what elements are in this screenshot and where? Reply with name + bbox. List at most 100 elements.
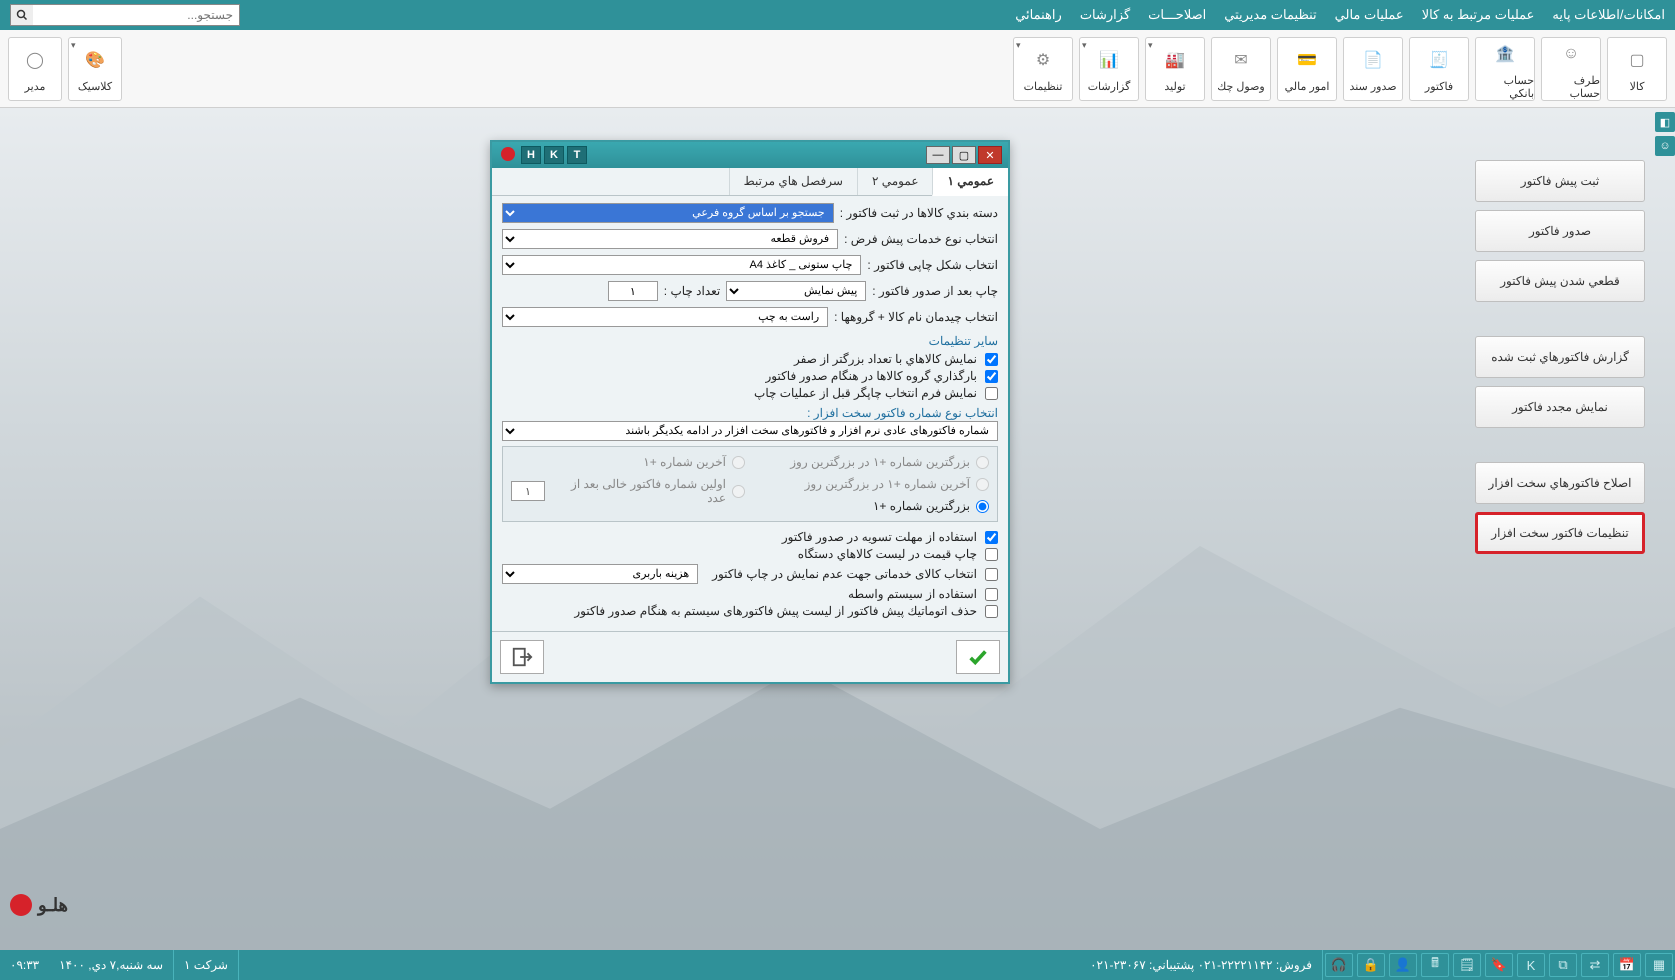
status-icon-share[interactable]: ⇄ — [1581, 953, 1609, 977]
after-print-select[interactable]: پیش نمایش — [726, 281, 866, 301]
close-button[interactable]: ✕ — [978, 146, 1002, 164]
minimize-button[interactable]: — — [926, 146, 950, 164]
radio-last-biggest-day — [976, 478, 989, 491]
dialog-titlebar[interactable]: H K T — ▢ ✕ — [492, 142, 1008, 168]
status-icon-user[interactable]: 👤 — [1389, 953, 1417, 977]
admin-icon: ◯ — [19, 44, 51, 76]
palette-icon: 🎨 — [79, 44, 111, 76]
chk-service-noprint-label: انتخاب کالای خدماتی جهت عدم نمایش در چاپ… — [712, 567, 977, 581]
chk-service-noprint[interactable] — [985, 568, 998, 581]
btn-reshow-invoice[interactable]: نمايش مجدد فاكتور — [1475, 386, 1645, 428]
status-sales: فروش: ۰۲۱-۲۲۲۲۱۱۴۲ پشتیباني: ۰۲۱-۲۳۰۶۷ — [1080, 950, 1323, 980]
chk-gt-zero-label: نمايش كالاهاي با تعداد بزرگتر از صفر — [794, 352, 977, 366]
chk-load-group[interactable] — [985, 370, 998, 383]
search-box[interactable] — [10, 4, 240, 26]
menu-item-4[interactable]: اصلاحـــات — [1148, 7, 1206, 23]
print-shape-label: انتخاب شکل چاپی فاکتور : — [867, 258, 998, 272]
status-icon-grid[interactable]: ▦ — [1645, 953, 1673, 977]
btn-finalize-preinvoice[interactable]: قطعي شدن پيش فاكتور — [1475, 260, 1645, 302]
tab-related-headings[interactable]: سرفصل هاي مرتبط — [729, 168, 857, 195]
cheque-icon: ✉ — [1225, 44, 1257, 76]
chevron-down-icon: ▾ — [71, 40, 76, 51]
tab-general-1[interactable]: عمومي ۱ — [932, 168, 1008, 196]
chk-show-form[interactable] — [985, 387, 998, 400]
chk-autodelete-label: حذف اتوماتيك پيش فاكتور از ليست پيش فاكت… — [574, 604, 977, 618]
factory-icon: 🏭 — [1159, 44, 1191, 76]
btn-invoice-report[interactable]: گزارش فاکتورهاي ثبت شده — [1475, 336, 1645, 378]
radio-label: آخرین شماره +۱ — [643, 455, 726, 469]
workspace-canvas: ◧ ☺ ثبت پیش فاکتور صدور فاکتور قطعي شدن … — [0, 108, 1675, 950]
confirm-button[interactable] — [956, 640, 1000, 674]
tool-label: امور مالي — [1285, 80, 1330, 93]
status-icon-calc[interactable]: 🖩 — [1421, 953, 1449, 977]
status-icon-headset[interactable]: 🎧 — [1325, 953, 1353, 977]
tool-invoice[interactable]: 🧾فاکتور — [1409, 37, 1469, 101]
menu-item-2[interactable]: عملیات مالي — [1335, 7, 1404, 23]
classify-select[interactable]: جستجو بر اساس گروه فرعي — [502, 203, 834, 223]
service-type-select[interactable]: فروش قطعه — [502, 229, 838, 249]
maximize-button[interactable]: ▢ — [952, 146, 976, 164]
search-button[interactable] — [11, 5, 33, 25]
bank-icon: 🏦 — [1489, 38, 1521, 70]
tool-reports[interactable]: ▾📊گزارشات — [1079, 37, 1139, 101]
chk-autodelete[interactable] — [985, 605, 998, 618]
chk-mediator[interactable] — [985, 588, 998, 601]
tool-goods[interactable]: ▢کالا — [1607, 37, 1667, 101]
tool-admin[interactable]: ◯مدیر — [8, 37, 62, 101]
hw-number-select[interactable]: شماره فاکتورهای عادی نرم افزار و فاکتوره… — [502, 421, 998, 441]
strip-icon-1[interactable]: ◧ — [1655, 112, 1675, 132]
dialog-footer — [492, 631, 1008, 682]
status-icon-lock[interactable]: 🔒 — [1357, 953, 1385, 977]
tool-issue-doc[interactable]: 📄صدور سند — [1343, 37, 1403, 101]
btn-save-preinvoice[interactable]: ثبت پیش فاکتور — [1475, 160, 1645, 202]
invoice-icon: 🧾 — [1423, 44, 1455, 76]
side-panel-buttons: ثبت پیش فاکتور صدور فاکتور قطعي شدن پيش … — [1475, 160, 1645, 554]
service-type-label: انتخاب نوع خدمات پیش فرض : — [844, 232, 998, 246]
print-shape-select[interactable]: چاپ ستونی _ کاغذ A4 — [502, 255, 861, 275]
tool-bank-account[interactable]: 🏦حساب بانکي — [1475, 37, 1535, 101]
chk-price-list[interactable] — [985, 548, 998, 561]
service-noprint-select[interactable]: هزینه باربری — [502, 564, 698, 584]
menu-item-5[interactable]: گزارشات — [1080, 7, 1130, 23]
tool-label: تولید — [1164, 80, 1185, 93]
btn-hw-invoice-settings[interactable]: تنظیمات فاکتور سخت افزار — [1475, 512, 1645, 554]
menu-item-1[interactable]: عملیات مرتبط به کالا — [1422, 7, 1535, 23]
status-icon-note[interactable]: 🗒 — [1453, 953, 1481, 977]
btn-issue-invoice[interactable]: صدور فاکتور — [1475, 210, 1645, 252]
tool-label: طرف حساب — [1542, 74, 1600, 100]
chk-load-group-label: بارگذاري گروه كالاها در هنگام صدور فاكتو… — [765, 369, 977, 383]
radio-biggest-plus1[interactable] — [976, 500, 989, 513]
tool-label: صدور سند — [1349, 80, 1396, 93]
tool-account-party[interactable]: ☺طرف حساب — [1541, 37, 1601, 101]
status-icon-chart[interactable]: ⧉ — [1549, 953, 1577, 977]
support-label: پشتیباني: — [1149, 958, 1194, 972]
copies-input[interactable] — [608, 281, 658, 301]
menu-item-0[interactable]: امکانات/اطلاعات پایه — [1552, 7, 1665, 23]
alignment-select[interactable]: راست به چپ — [502, 307, 828, 327]
alignment-label: انتخاب چیدمان نام کالا + گروهها : — [834, 310, 998, 324]
btn-fix-hw-invoices[interactable]: اصلاح فاکتورهاي سخت افزار — [1475, 462, 1645, 504]
classify-label: دسته بندي کالاها در ثبت فاکتور : — [840, 206, 998, 220]
sales-label: فروش: — [1276, 958, 1312, 972]
search-input[interactable] — [33, 8, 239, 22]
tab-general-2[interactable]: عمومي ۲ — [857, 168, 933, 195]
tool-theme-classic[interactable]: ▾🎨کلاسیک — [68, 37, 122, 101]
menu-item-6[interactable]: راهنمائي — [1015, 7, 1062, 23]
first-empty-input — [511, 481, 545, 501]
exit-button[interactable] — [500, 640, 544, 674]
tool-production[interactable]: ▾🏭تولید — [1145, 37, 1205, 101]
menu-item-3[interactable]: تنظیمات مدیریتي — [1224, 7, 1316, 23]
tool-financial[interactable]: 💳 امور مالي — [1277, 37, 1337, 101]
status-icon-k[interactable]: K — [1517, 953, 1545, 977]
tool-settings[interactable]: ▾⚙تنظیمات — [1013, 37, 1073, 101]
status-icon-calendar[interactable]: 📅 — [1613, 953, 1641, 977]
chk-gt-zero[interactable] — [985, 353, 998, 366]
money-icon: 💳 — [1291, 44, 1323, 76]
dialog-tabbar: عمومي ۱ عمومي ۲ سرفصل هاي مرتبط — [492, 168, 1008, 196]
radio-label: اولین شماره فاکتور خالی بعد از عدد — [551, 477, 726, 505]
chk-deadline[interactable] — [985, 531, 998, 544]
status-icon-clip[interactable]: 🔖 — [1485, 953, 1513, 977]
dialog-body: دسته بندي کالاها در ثبت فاکتور : جستجو ب… — [492, 196, 1008, 631]
strip-icon-2[interactable]: ☺ — [1655, 136, 1675, 156]
tool-cheque[interactable]: ✉وصول چك — [1211, 37, 1271, 101]
